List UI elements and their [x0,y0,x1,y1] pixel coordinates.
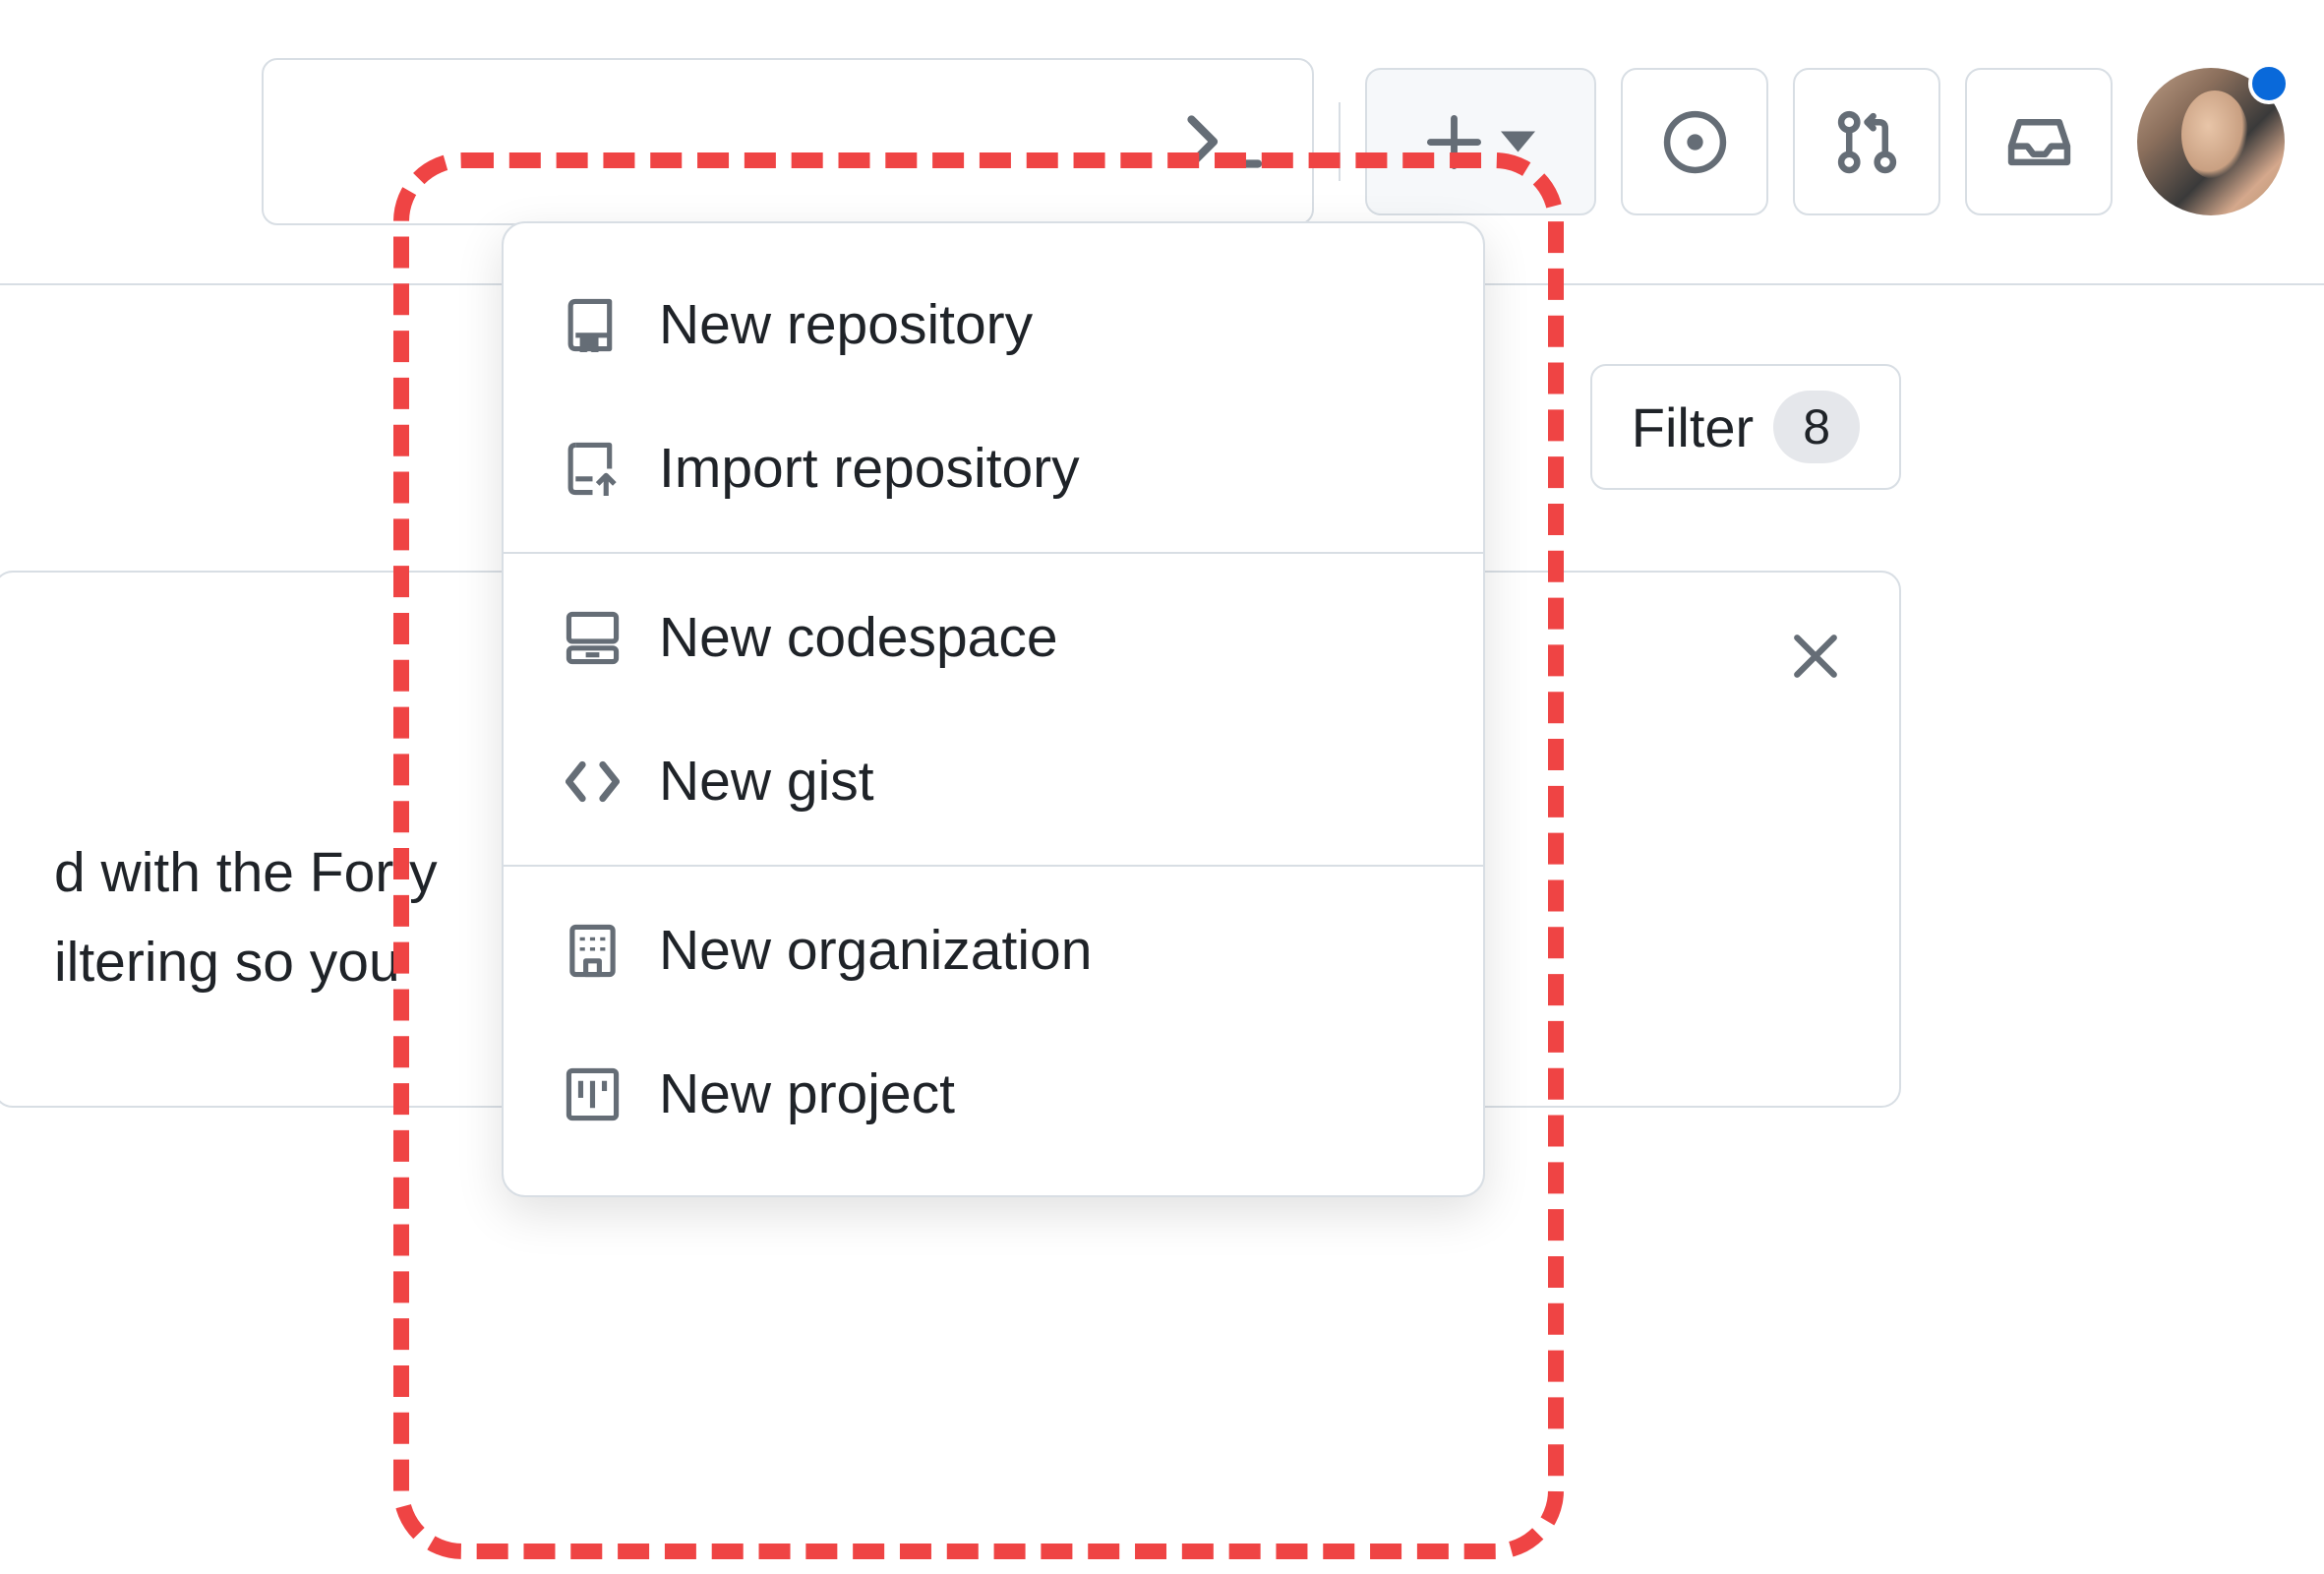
create-new-dropdown: New repository Import repository New cod… [502,221,1485,1197]
close-icon[interactable] [1791,632,1840,681]
plus-icon [1427,115,1481,169]
pull-request-icon [1835,110,1899,174]
search-input-container[interactable] [262,58,1314,225]
menu-item-label: New repository [659,292,1033,357]
menu-divider [504,865,1483,867]
chevron-down-icon [1501,131,1535,152]
notification-dot [2248,63,2290,104]
codespaces-icon [563,608,622,667]
repo-push-icon [563,439,622,498]
code-icon [563,752,622,811]
issue-icon [1663,110,1727,174]
menu-item-label: New gist [659,749,874,814]
repo-icon [563,295,622,354]
menu-item-label: Import repository [659,436,1080,501]
menu-divider [504,552,1483,554]
notifications-button[interactable] [1965,68,2113,215]
inbox-icon [2007,110,2071,174]
toolbar-divider [1339,102,1341,181]
filter-button[interactable]: Filter 8 [1590,364,1901,490]
project-icon [563,1064,622,1123]
filter-label: Filter [1632,395,1754,459]
user-avatar-wrapper [2137,68,2285,215]
menu-item-import-repository[interactable]: Import repository [504,396,1483,540]
menu-item-label: New organization [659,918,1092,983]
command-palette-icon [1184,107,1273,176]
filter-count-badge: 8 [1773,391,1860,463]
menu-item-label: New codespace [659,605,1058,670]
issues-button[interactable] [1621,68,1768,215]
create-new-button[interactable] [1365,68,1596,215]
menu-item-new-codespace[interactable]: New codespace [504,566,1483,709]
menu-item-new-project[interactable]: New project [504,1022,1483,1166]
menu-item-new-organization[interactable]: New organization [504,878,1483,1022]
pull-requests-button[interactable] [1793,68,1940,215]
menu-item-label: New project [659,1061,955,1126]
organization-icon [563,921,622,980]
menu-item-new-gist[interactable]: New gist [504,709,1483,853]
menu-item-new-repository[interactable]: New repository [504,253,1483,396]
